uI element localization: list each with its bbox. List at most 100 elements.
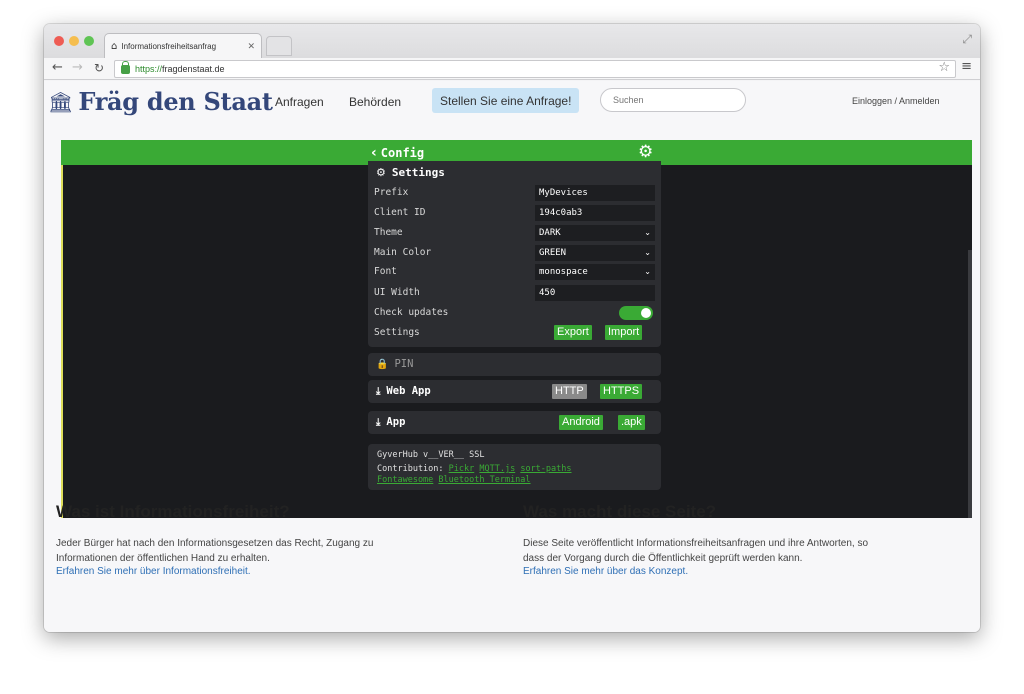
- login-link[interactable]: Einloggen / Anmelden: [852, 96, 940, 106]
- search-input[interactable]: [600, 88, 746, 112]
- setting-row-ui-width: UI Width 450: [368, 283, 661, 303]
- gear-icon[interactable]: ⚙: [638, 143, 653, 161]
- pin-label: PIN: [394, 358, 414, 370]
- scrollbar[interactable]: [968, 250, 972, 518]
- android-button[interactable]: Android: [559, 415, 603, 430]
- setting-label: Prefix: [374, 187, 409, 198]
- download-icon: ⤓: [376, 416, 381, 428]
- fullscreen-icon[interactable]: ⤢: [962, 32, 972, 47]
- new-tab-button[interactable]: [266, 36, 292, 56]
- link-pickr[interactable]: Pickr: [449, 464, 475, 474]
- setting-label: Settings: [374, 327, 420, 338]
- contribution-line: Contribution: Pickr MQTT.js sort-paths: [377, 464, 572, 474]
- app-title: ⤓ App: [376, 416, 405, 428]
- toggle-knob: [641, 308, 651, 318]
- main-color-value: GREEN: [539, 248, 567, 258]
- setting-row-prefix: Prefix MyDevices: [368, 183, 661, 203]
- site-logo[interactable]: 🏛 Fräg den Staat: [48, 87, 273, 116]
- link-fontawesome[interactable]: Fontawesome: [377, 475, 433, 485]
- chevron-left-icon: ‹: [371, 145, 377, 161]
- ui-width-input[interactable]: 450: [535, 285, 655, 301]
- contribution-label: Contribution:: [377, 464, 444, 474]
- settings-title-text: Settings: [391, 166, 445, 179]
- https-button[interactable]: HTTPS: [600, 384, 643, 399]
- building-icon: 🏛: [48, 89, 74, 114]
- http-button[interactable]: HTTP: [552, 384, 587, 399]
- about-panel: GyverHub v__VER__ SSL Contribution: Pick…: [368, 444, 661, 490]
- forward-arrow-icon[interactable]: →: [72, 60, 83, 76]
- client-id-input[interactable]: 194c0ab3: [535, 205, 655, 221]
- section-body-line: Jeder Bürger hat nach den Informationsge…: [56, 538, 374, 549]
- webapp-title: ⤓ Web App: [376, 385, 431, 397]
- link-sort-paths[interactable]: sort-paths: [520, 464, 571, 474]
- menu-icon[interactable]: ≡: [961, 59, 972, 74]
- close-window-button[interactable]: [54, 36, 64, 46]
- section-title-about: Was macht diese Seite?: [523, 502, 717, 521]
- main-color-select[interactable]: GREEN ⌄: [535, 245, 655, 261]
- lock-icon: 🔒: [376, 358, 389, 370]
- nav-link-requests[interactable]: Anfragen: [275, 95, 324, 109]
- config-title: Config: [380, 146, 425, 160]
- section-body-line: dass der Vorgang durch die Öffentlichkei…: [523, 553, 803, 564]
- app-download-panel: ⤓ App Android .apk: [368, 411, 661, 434]
- link-bluetooth-terminal[interactable]: Bluetooth Terminal: [438, 475, 530, 485]
- setting-row-main-color: Main Color GREEN ⌄: [368, 243, 661, 263]
- browser-window: ⌂ Informationsfreiheitsanfrag ✕ ⤢ ← → ↻ …: [44, 24, 980, 632]
- url-scheme: https://: [135, 64, 163, 74]
- back-arrow-icon[interactable]: ←: [52, 60, 63, 76]
- section-title-foi: Was ist Informationsfreiheit?: [56, 502, 290, 521]
- setting-label: Main Color: [374, 247, 432, 258]
- font-select[interactable]: monospace ⌄: [535, 264, 655, 280]
- gear-icon: ⚙: [376, 166, 386, 179]
- setting-label: UI Width: [374, 287, 420, 298]
- setting-label: Font: [374, 266, 397, 277]
- section-body-about: Diese Seite veröffentlicht Informationsf…: [523, 536, 968, 566]
- section-body-line: Informationen der öffentlichen Hand zu e…: [56, 553, 270, 564]
- url-host: fragdenstaat.de: [162, 64, 225, 74]
- learn-more-foi-link[interactable]: Erfahren Sie mehr über Informationsfreih…: [56, 566, 251, 577]
- import-button[interactable]: Import: [605, 325, 643, 340]
- export-button[interactable]: Export: [554, 325, 592, 340]
- setting-label: Check updates: [374, 307, 449, 318]
- theme-value: DARK: [539, 228, 561, 238]
- section-body-foi: Jeder Bürger hat nach den Informationsge…: [56, 536, 486, 566]
- settings-title: ⚙ Settings: [376, 166, 445, 179]
- app-screenshot: ‹ Config ⚙ ⚙ Settings Prefix MyDevices C…: [61, 140, 972, 518]
- learn-more-concept-link[interactable]: Erfahren Sie mehr über das Konzept.: [523, 566, 688, 577]
- webapp-label: Web App: [386, 385, 431, 397]
- logo-text: Fräg den Staat: [78, 87, 273, 116]
- address-bar[interactable]: https:// fragdenstaat.de: [114, 60, 956, 78]
- version-text: GyverHub v__VER__ SSL: [377, 450, 485, 460]
- setting-row-client-id: Client ID 194c0ab3: [368, 203, 661, 223]
- chevron-down-icon: ⌄: [644, 267, 651, 276]
- reload-icon[interactable]: ↻: [94, 60, 104, 76]
- chevron-down-icon: ⌄: [644, 228, 651, 237]
- minimize-window-button[interactable]: [69, 36, 79, 46]
- app-edge: [61, 140, 63, 518]
- make-request-button[interactable]: Stellen Sie eine Anfrage!: [432, 88, 580, 113]
- home-icon: ⌂: [111, 40, 118, 52]
- pin-title: 🔒 PIN: [376, 358, 413, 370]
- link-mqttjs[interactable]: MQTT.js: [479, 464, 515, 474]
- check-updates-toggle[interactable]: [619, 306, 653, 320]
- browser-tab[interactable]: ⌂ Informationsfreiheitsanfrag ✕: [104, 33, 262, 58]
- lock-icon: [121, 60, 130, 74]
- section-body-line: Diese Seite veröffentlicht Informationsf…: [523, 538, 869, 549]
- setting-row-theme: Theme DARK ⌄: [368, 223, 661, 243]
- theme-select[interactable]: DARK ⌄: [535, 225, 655, 241]
- pin-panel[interactable]: 🔒 PIN: [368, 353, 661, 376]
- close-icon[interactable]: ✕: [247, 41, 255, 52]
- app-label: App: [386, 416, 406, 428]
- apk-button[interactable]: .apk: [618, 415, 645, 430]
- setting-row-check-updates: Check updates: [368, 303, 661, 323]
- prefix-input[interactable]: MyDevices: [535, 185, 655, 201]
- tab-strip: ⌂ Informationsfreiheitsanfrag ✕ ⤢: [44, 24, 980, 58]
- bookmark-star-icon[interactable]: ☆: [938, 60, 950, 75]
- tab-title: Informationsfreiheitsanfrag: [121, 41, 217, 51]
- maximize-window-button[interactable]: [84, 36, 94, 46]
- font-value: monospace: [539, 267, 588, 277]
- download-icon: ⤓: [376, 385, 381, 397]
- nav-link-authorities[interactable]: Behörden: [349, 95, 401, 109]
- config-back-button[interactable]: ‹ Config: [371, 145, 424, 161]
- site-header: 🏛 Fräg den Staat Anfragen Behörden Stell…: [44, 81, 980, 123]
